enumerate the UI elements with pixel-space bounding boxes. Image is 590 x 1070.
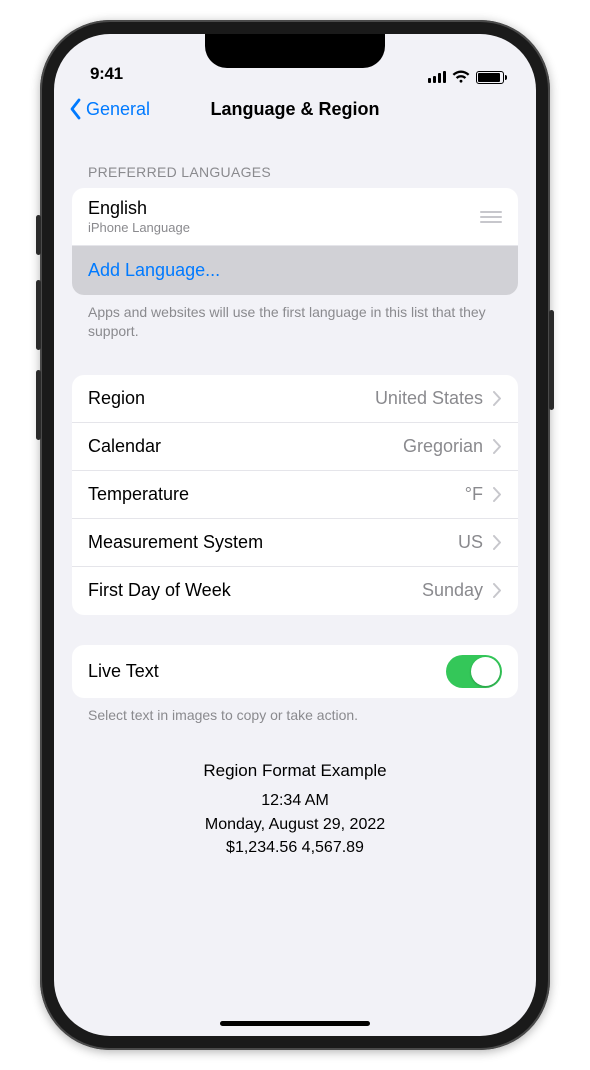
add-language-button[interactable]: Add Language... xyxy=(72,246,518,295)
status-time: 9:41 xyxy=(90,64,123,84)
notch xyxy=(205,34,385,68)
livetext-row: Live Text xyxy=(72,645,518,698)
livetext-label: Live Text xyxy=(88,661,159,682)
livetext-toggle[interactable] xyxy=(446,655,502,688)
example-title: Region Format Example xyxy=(72,759,518,784)
language-sub: iPhone Language xyxy=(88,220,190,235)
back-button[interactable]: General xyxy=(68,98,150,120)
chevron-right-icon xyxy=(493,391,502,406)
languages-group: English iPhone Language Add Language... xyxy=(72,188,518,295)
region-settings-group: Region United States Calendar Gregorian … xyxy=(72,375,518,615)
chevron-right-icon xyxy=(493,535,502,550)
wifi-icon xyxy=(452,70,470,84)
phone-frame: 9:41 General Language & Region PREFERRED… xyxy=(40,20,550,1050)
chevron-left-icon xyxy=(68,98,82,120)
languages-footer: Apps and websites will use the first lan… xyxy=(72,295,518,341)
example-time: 12:34 AM xyxy=(72,789,518,812)
chevron-right-icon xyxy=(493,583,502,598)
livetext-footer: Select text in images to copy or take ac… xyxy=(72,698,518,725)
setting-row-calendar[interactable]: Calendar Gregorian xyxy=(72,423,518,471)
example-date: Monday, August 29, 2022 xyxy=(72,813,518,836)
language-row-primary[interactable]: English iPhone Language xyxy=(72,188,518,246)
home-indicator[interactable] xyxy=(220,1021,370,1026)
chevron-right-icon xyxy=(493,487,502,502)
setting-row-measurement[interactable]: Measurement System US xyxy=(72,519,518,567)
battery-icon xyxy=(476,71,504,84)
drag-handle-icon[interactable] xyxy=(480,211,502,223)
livetext-group: Live Text xyxy=(72,645,518,698)
screen: 9:41 General Language & Region PREFERRED… xyxy=(54,34,536,1036)
setting-row-firstday[interactable]: First Day of Week Sunday xyxy=(72,567,518,615)
setting-row-temperature[interactable]: Temperature °F xyxy=(72,471,518,519)
nav-bar: General Language & Region xyxy=(54,88,536,134)
example-numbers: $1,234.56 4,567.89 xyxy=(72,836,518,859)
languages-header: PREFERRED LANGUAGES xyxy=(72,134,518,188)
language-name: English xyxy=(88,198,190,219)
cellular-icon xyxy=(428,71,446,83)
chevron-right-icon xyxy=(493,439,502,454)
format-example: Region Format Example 12:34 AM Monday, A… xyxy=(72,759,518,859)
back-label: General xyxy=(86,99,150,120)
setting-row-region[interactable]: Region United States xyxy=(72,375,518,423)
